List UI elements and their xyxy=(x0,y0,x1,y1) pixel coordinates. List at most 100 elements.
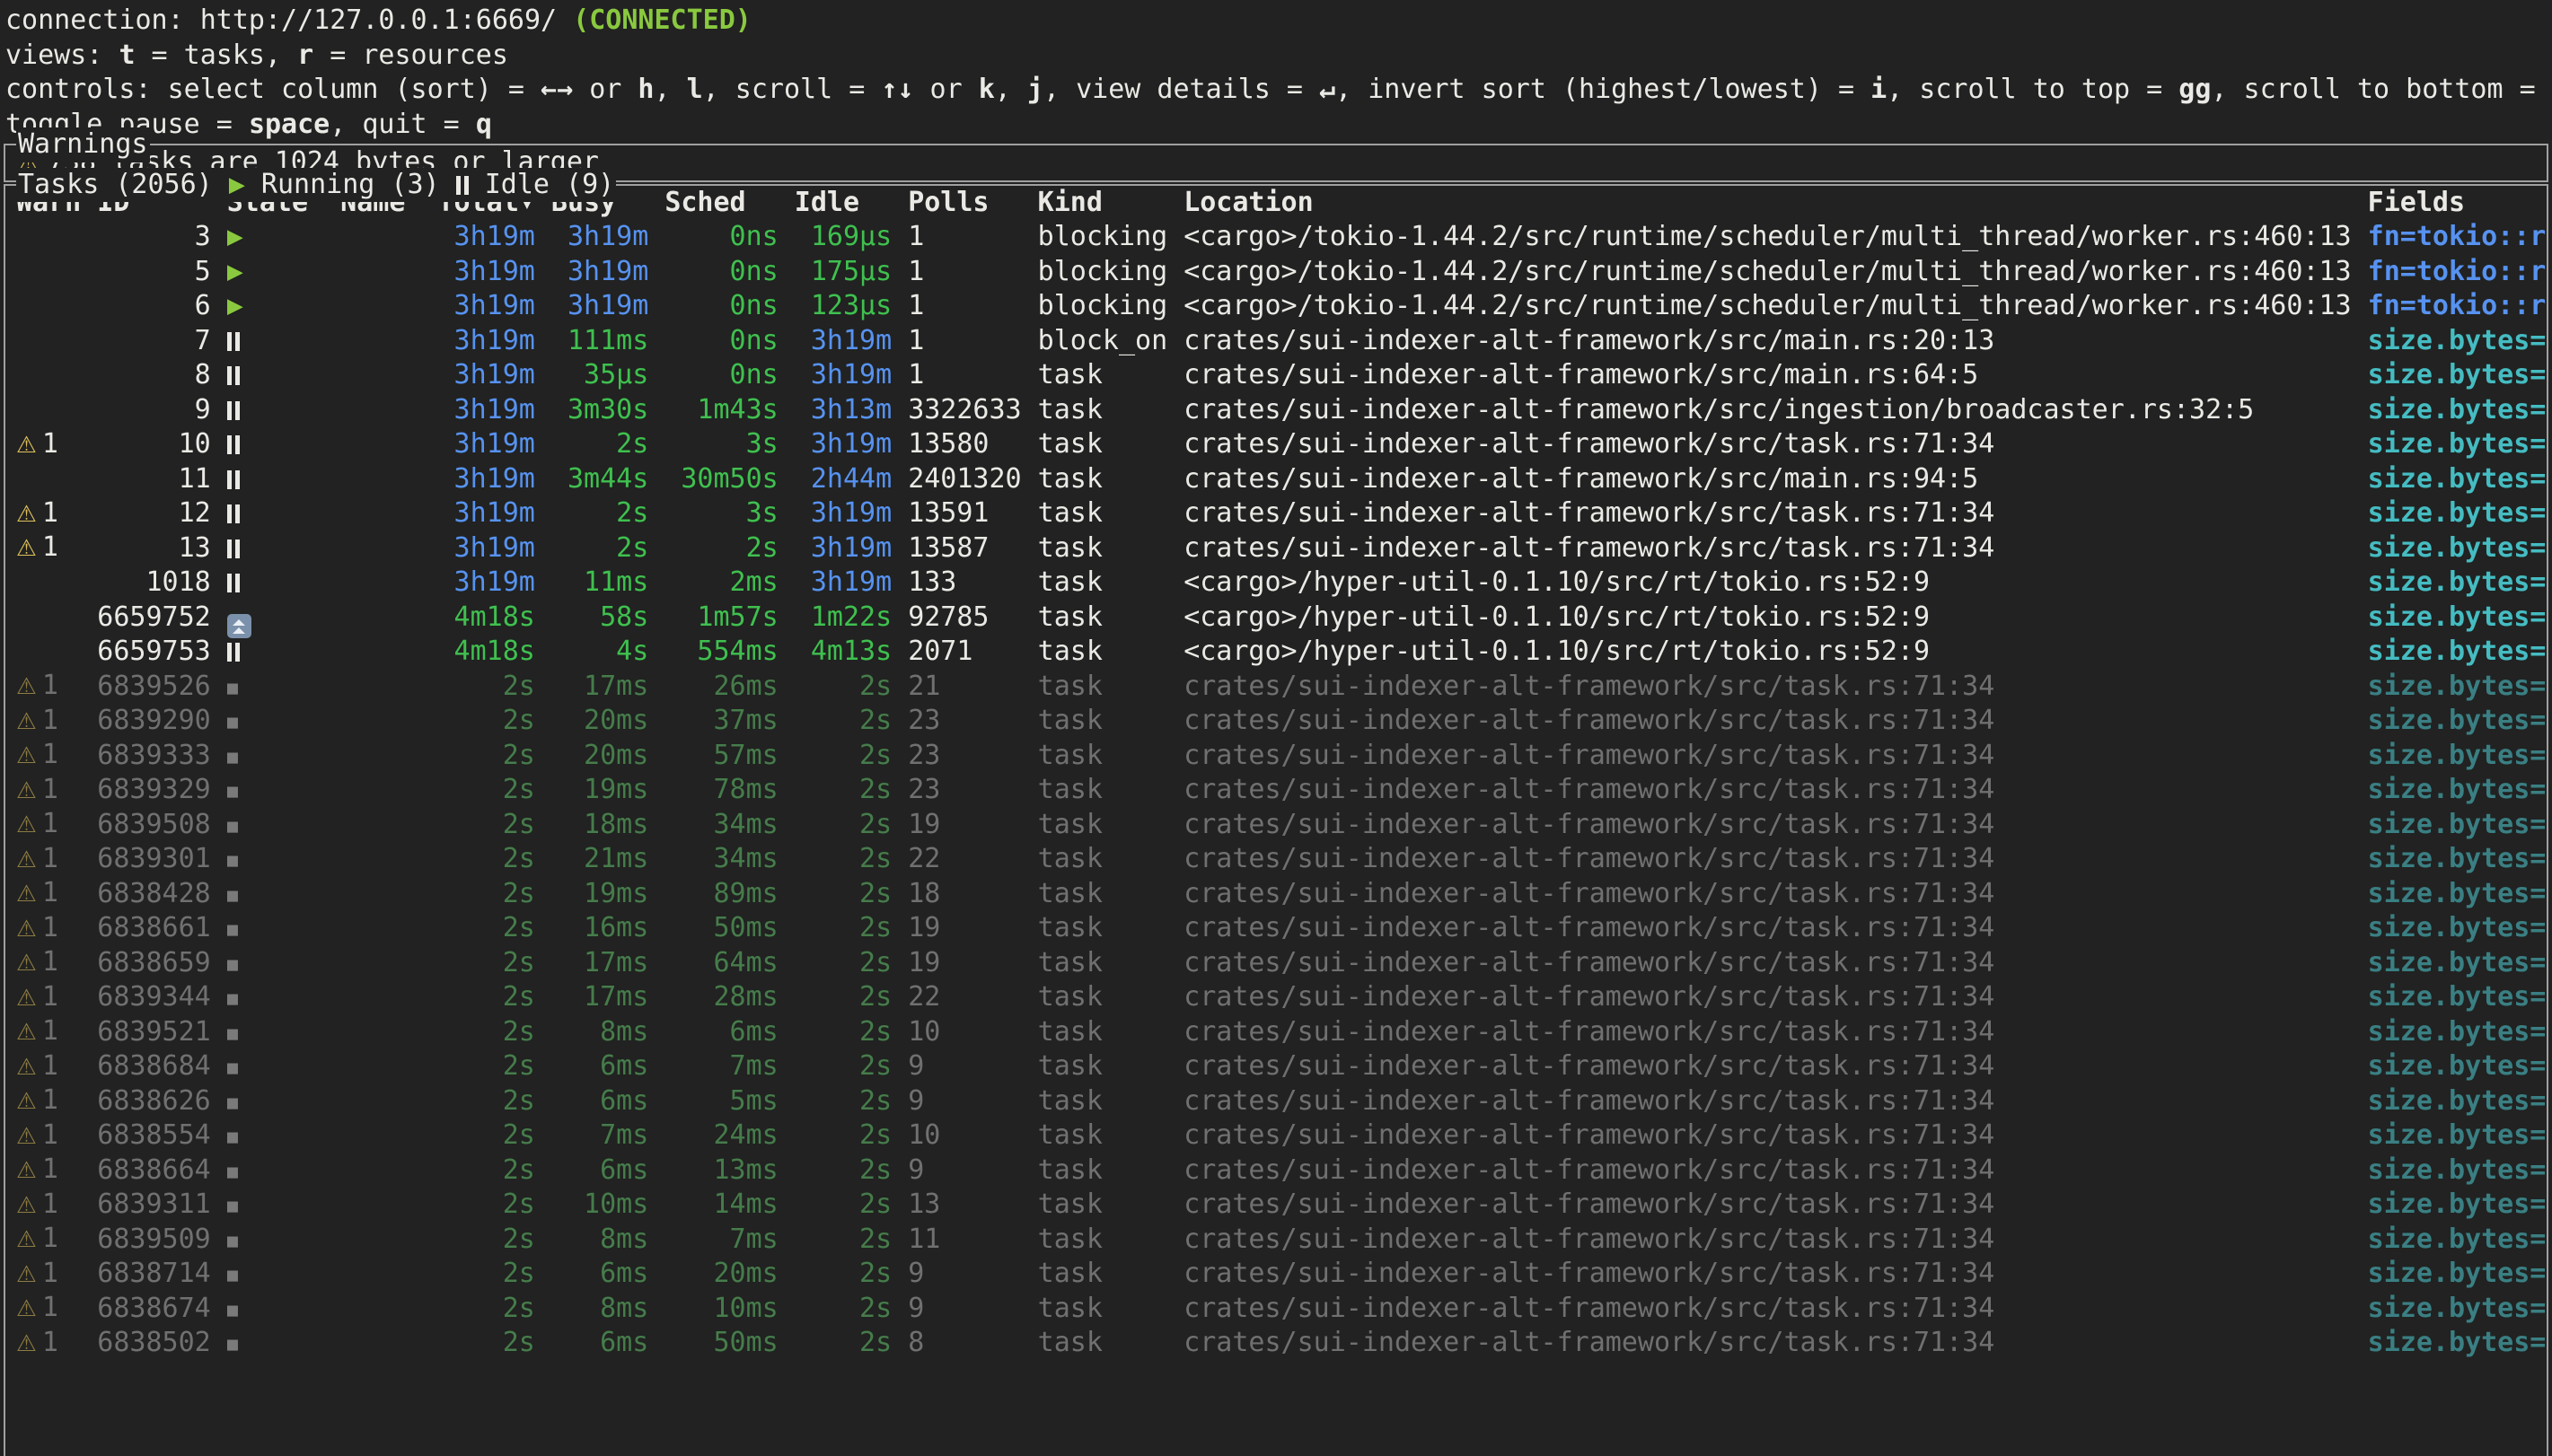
task-row[interactable]: ⚠1123h19m2s3s3h19m13591taskcrates/sui-in… xyxy=(5,496,2547,531)
warn-count: 1 xyxy=(42,843,58,874)
warn-count: 1 xyxy=(42,739,58,770)
task-id-cell: 9 xyxy=(97,393,210,428)
warning-icon: ⚠ xyxy=(16,1054,37,1081)
task-location-cell: <cargo>/hyper-util-0.1.10/src/rt/tokio.r… xyxy=(1184,601,2351,636)
text-segment: Idle (9) xyxy=(469,169,615,200)
task-row[interactable]: ⚠16838674■2s8ms10ms2s9taskcrates/sui-ind… xyxy=(5,1292,2547,1327)
task-kind-cell: task xyxy=(1038,670,1167,705)
completed-state-icon: ■ xyxy=(227,1299,238,1320)
task-polls-cell: 1 xyxy=(908,255,1021,290)
idle-state-icon xyxy=(227,539,240,558)
task-row[interactable]: ⚠16838428■2s19ms89ms2s18taskcrates/sui-i… xyxy=(5,877,2547,912)
task-warn-cell: ⚠1 xyxy=(16,1153,81,1188)
task-row[interactable]: ⚠16838684■2s6ms7ms2s9taskcrates/sui-inde… xyxy=(5,1049,2547,1084)
task-row[interactable]: ⚠16838554■2s7ms24ms2s10taskcrates/sui-in… xyxy=(5,1118,2547,1153)
task-row[interactable]: ⚠16839526■2s17ms26ms2s21taskcrates/sui-i… xyxy=(5,670,2547,705)
task-row[interactable]: ⚠16838626■2s6ms5ms2s9taskcrates/sui-inde… xyxy=(5,1084,2547,1119)
column-header-idle[interactable]: Idle xyxy=(795,186,892,221)
task-warn-cell: ⚠1 xyxy=(16,531,81,566)
task-row[interactable]: 66597524m18s58s1m57s1m22s92785task<cargo… xyxy=(5,601,2547,636)
task-state-cell xyxy=(227,531,324,566)
task-location-cell: crates/sui-indexer-alt-framework/src/ing… xyxy=(1184,393,2351,428)
completed-state-icon: ■ xyxy=(227,746,238,767)
task-id-cell: 6839333 xyxy=(97,739,210,774)
task-busy-cell: 20ms xyxy=(551,739,648,774)
task-kind-cell: task xyxy=(1038,773,1167,808)
task-row[interactable]: 93h19m3m30s1m43s3h13m3322633taskcrates/s… xyxy=(5,393,2547,428)
task-row[interactable]: 6▶3h19m3h19m0ns123µs1blocking<cargo>/tok… xyxy=(5,289,2547,324)
task-state-cell: ■ xyxy=(227,1048,324,1085)
task-idle-cell: 2s xyxy=(795,739,892,774)
task-location-cell: crates/sui-indexer-alt-framework/src/tas… xyxy=(1184,808,2351,843)
completed-state-icon: ■ xyxy=(227,849,238,871)
task-row[interactable]: ⚠16838664■2s6ms13ms2s9taskcrates/sui-ind… xyxy=(5,1153,2547,1188)
task-fields-cell: size.bytes= xyxy=(2368,324,2547,359)
task-row[interactable]: ⚠16839290■2s20ms37ms2s23taskcrates/sui-i… xyxy=(5,704,2547,739)
task-fields-cell: size.bytes= xyxy=(2368,566,2547,601)
task-row[interactable]: ⚠1133h19m2s2s3h19m13587taskcrates/sui-in… xyxy=(5,531,2547,566)
column-header-sched[interactable]: Sched xyxy=(664,186,778,221)
task-busy-cell: 3m44s xyxy=(551,462,648,497)
warning-icon: ⚠ xyxy=(16,708,37,735)
task-row[interactable]: ⚠16839311■2s10ms14ms2s13taskcrates/sui-i… xyxy=(5,1188,2547,1223)
task-fields-cell: size.bytes= xyxy=(2368,1118,2547,1153)
warn-count: 1 xyxy=(42,670,58,701)
task-polls-cell: 10 xyxy=(908,1015,1021,1050)
task-idle-cell: 2s xyxy=(795,808,892,843)
task-row[interactable]: ⚠16839509■2s8ms7ms2s11taskcrates/sui-ind… xyxy=(5,1223,2547,1258)
task-kind-cell: task xyxy=(1038,1118,1167,1153)
task-row[interactable]: 5▶3h19m3h19m0ns175µs1blocking<cargo>/tok… xyxy=(5,255,2547,290)
text-segment: h xyxy=(638,74,654,105)
task-row[interactable]: ⚠1103h19m2s3s3h19m13580taskcrates/sui-in… xyxy=(5,427,2547,462)
task-busy-cell: 8ms xyxy=(551,1223,648,1258)
text-segment: , xyxy=(654,74,686,105)
task-row[interactable]: ⚠16838659■2s17ms64ms2s19taskcrates/sui-i… xyxy=(5,946,2547,981)
text-segment: or xyxy=(573,74,638,105)
warn-count: 1 xyxy=(42,1327,58,1358)
warning-icon: ⚠ xyxy=(16,501,37,528)
task-row[interactable]: ⚠16839521■2s8ms6ms2s10taskcrates/sui-ind… xyxy=(5,1015,2547,1050)
task-id-cell: 6838502 xyxy=(97,1326,210,1361)
task-row[interactable]: 3▶3h19m3h19m0ns169µs1blocking<cargo>/tok… xyxy=(5,220,2547,255)
task-row[interactable]: ⚠16839508■2s18ms34ms2s19taskcrates/sui-i… xyxy=(5,808,2547,843)
task-busy-cell: 7ms xyxy=(551,1118,648,1153)
task-row[interactable]: ⚠16838661■2s16ms50ms2s19taskcrates/sui-i… xyxy=(5,911,2547,946)
task-row[interactable]: 73h19m111ms0ns3h19m1block_oncrates/sui-i… xyxy=(5,324,2547,359)
completed-state-icon: ■ xyxy=(227,1092,238,1113)
task-row[interactable]: ⚠16838502■2s6ms50ms2s8taskcrates/sui-ind… xyxy=(5,1326,2547,1361)
task-idle-cell: 3h19m xyxy=(795,566,892,601)
completed-state-icon: ■ xyxy=(227,815,238,837)
warn-count: 1 xyxy=(42,1119,58,1151)
task-sched-cell: 10ms xyxy=(664,1292,778,1327)
task-idle-cell: 175µs xyxy=(795,255,892,290)
task-busy-cell: 21ms xyxy=(551,842,648,877)
task-busy-cell: 6ms xyxy=(551,1084,648,1119)
task-polls-cell: 19 xyxy=(908,911,1021,946)
task-row[interactable]: ⚠16839329■2s19ms78ms2s23taskcrates/sui-i… xyxy=(5,773,2547,808)
text-segment: , view details = xyxy=(1043,74,1319,105)
column-header-location[interactable]: Location xyxy=(1184,186,2351,221)
task-sched-cell: 2s xyxy=(664,531,778,566)
task-fields-cell: size.bytes= xyxy=(2368,980,2547,1015)
task-row[interactable]: 66597534m18s4s554ms4m13s2071task<cargo>/… xyxy=(5,635,2547,670)
task-row[interactable]: 83h19m35µs0ns3h19m1taskcrates/sui-indexe… xyxy=(5,358,2547,393)
task-warn-cell: ⚠1 xyxy=(16,704,81,740)
column-header-polls[interactable]: Polls xyxy=(908,186,1021,221)
task-row[interactable]: ⚠16839344■2s17ms28ms2s22taskcrates/sui-i… xyxy=(5,980,2547,1015)
task-kind-cell: task xyxy=(1038,1049,1167,1084)
task-total-cell: 3h19m xyxy=(438,324,535,359)
column-header-fields[interactable]: Fields xyxy=(2368,186,2547,221)
completed-state-icon: ■ xyxy=(227,1126,238,1147)
task-location-cell: crates/sui-indexer-alt-framework/src/tas… xyxy=(1184,877,2351,912)
task-row[interactable]: 10183h19m11ms2ms3h19m133task<cargo>/hype… xyxy=(5,566,2547,601)
task-location-cell: crates/sui-indexer-alt-framework/src/tas… xyxy=(1184,427,2351,462)
task-busy-cell: 8ms xyxy=(551,1292,648,1327)
task-row[interactable]: ⚠16839333■2s20ms57ms2s23taskcrates/sui-i… xyxy=(5,739,2547,774)
task-fields-cell: fn=tokio::r xyxy=(2368,289,2547,324)
task-id-cell: 6 xyxy=(97,289,210,324)
column-header-kind[interactable]: Kind xyxy=(1038,186,1167,221)
task-busy-cell: 4s xyxy=(551,635,648,670)
task-row[interactable]: ⚠16839301■2s21ms34ms2s22taskcrates/sui-i… xyxy=(5,842,2547,877)
task-row[interactable]: ⚠16838714■2s6ms20ms2s9taskcrates/sui-ind… xyxy=(5,1257,2547,1292)
task-row[interactable]: 113h19m3m44s30m50s2h44m2401320taskcrates… xyxy=(5,462,2547,497)
